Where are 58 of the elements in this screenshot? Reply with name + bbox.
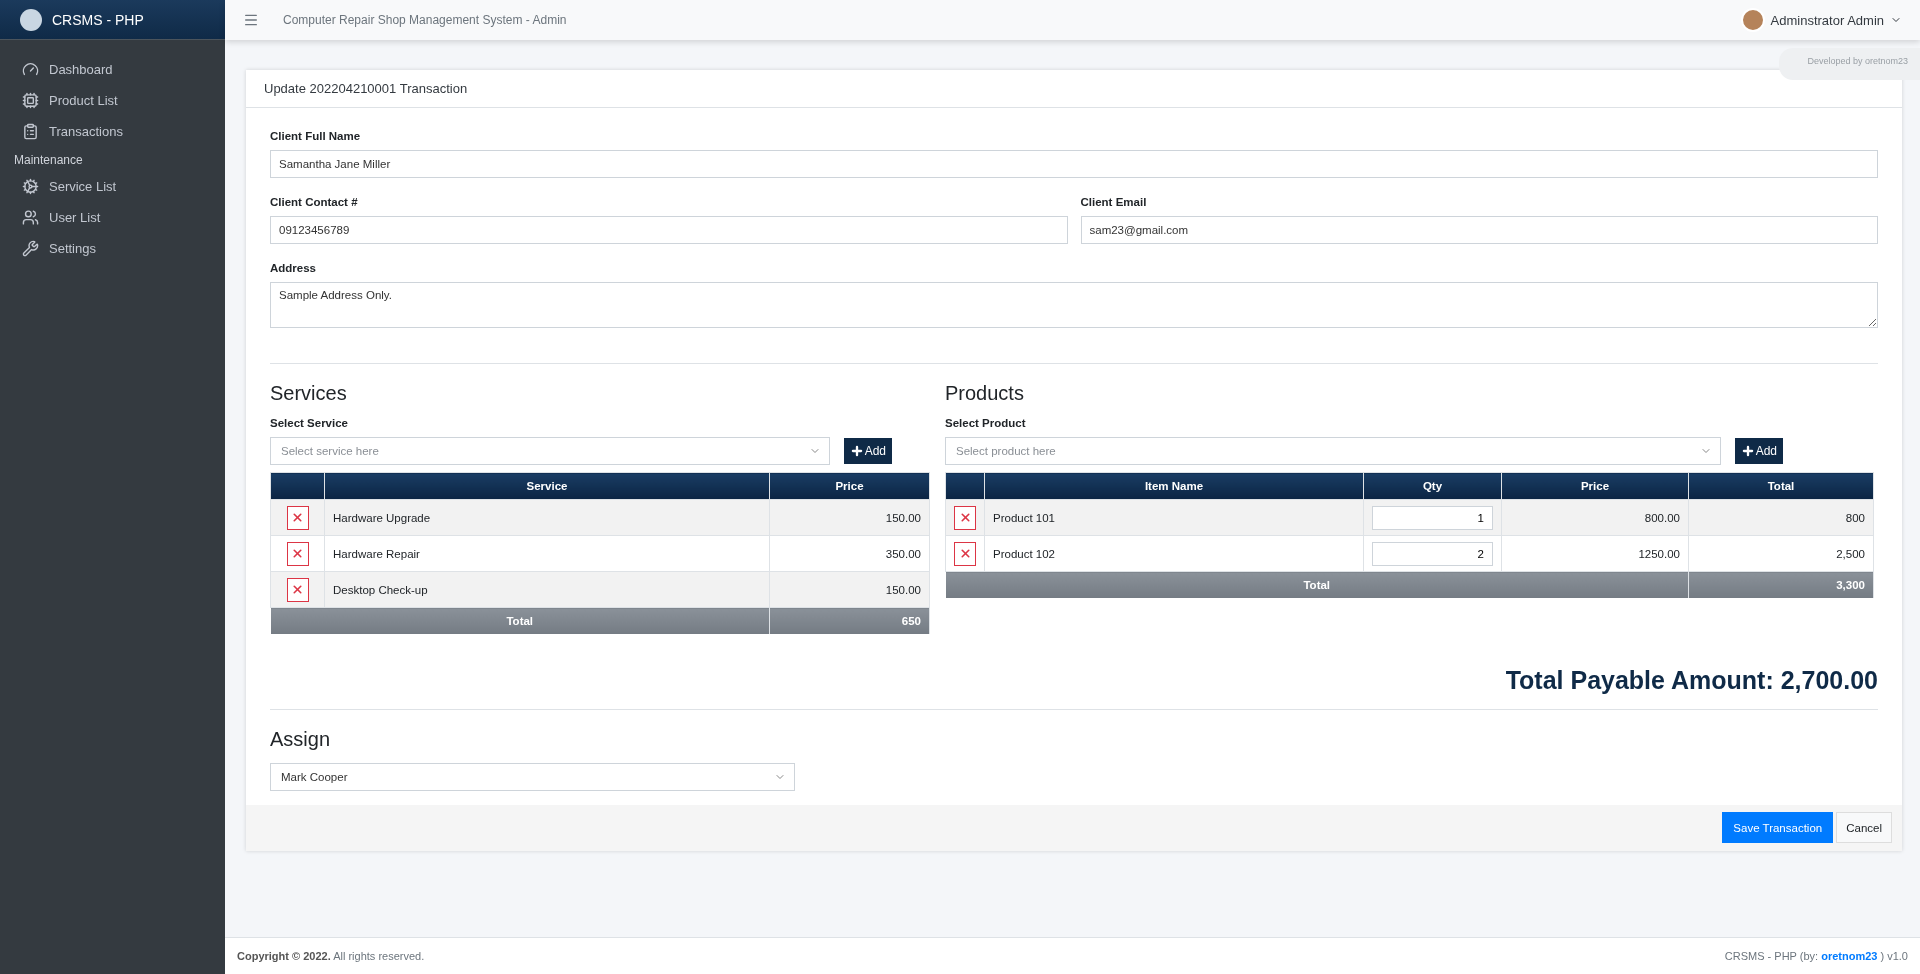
total-label: Total bbox=[945, 571, 1689, 598]
table-header: Price bbox=[1501, 472, 1689, 500]
table-header: Price bbox=[769, 472, 930, 500]
developer-credit: Developed by oretnom23 bbox=[1779, 48, 1920, 80]
sidebar-item[interactable]: Product List bbox=[8, 85, 217, 116]
field-label: Address bbox=[270, 262, 318, 274]
field-label: Select Service bbox=[270, 417, 349, 429]
table-cell: Product 101 bbox=[984, 499, 1364, 536]
save-button[interactable]: Save Transaction bbox=[1722, 812, 1834, 843]
card-title: Update 202204210001 Transaction bbox=[264, 81, 468, 96]
table-cell: Desktop Check-up bbox=[324, 571, 770, 608]
table-header: Qty bbox=[1363, 472, 1502, 500]
table-cell: Product 102 bbox=[984, 535, 1364, 572]
table-cell: 350.00 bbox=[769, 535, 930, 572]
total-payable: Total Payable Amount: 2,700.00 bbox=[1504, 665, 1878, 695]
cancel-button[interactable]: Cancel bbox=[1836, 812, 1892, 843]
total-value: 3,300 bbox=[1688, 571, 1874, 598]
table-cell: 800.00 bbox=[1501, 499, 1689, 536]
credit-text: CRSMS - PHP (by: oretnom23 ) v1.0 bbox=[1724, 950, 1908, 962]
table-cell: 150.00 bbox=[769, 499, 930, 536]
address-field[interactable]: Sample Address Only. bbox=[270, 282, 1878, 328]
total-label: Total bbox=[270, 607, 770, 634]
field-label: Select Product bbox=[945, 417, 1027, 429]
table-header: Total bbox=[1688, 472, 1874, 500]
contact-field[interactable]: 09123456789 bbox=[270, 216, 1068, 244]
section-heading: Assign bbox=[270, 727, 332, 751]
sidebar-item[interactable]: Service List bbox=[8, 171, 217, 202]
total-value: 650 bbox=[769, 607, 930, 634]
table-cell: 150.00 bbox=[769, 571, 930, 608]
table-cell: Hardware Repair bbox=[324, 535, 770, 572]
field-label: Client Contact # bbox=[270, 196, 359, 208]
add-button[interactable]: Add bbox=[1734, 438, 1783, 464]
sidebar-item[interactable]: User List bbox=[8, 202, 217, 233]
user-menu[interactable]: Adminstrator Admin bbox=[1740, 8, 1902, 32]
assign-select[interactable]: Mark Cooper bbox=[270, 762, 795, 791]
nav-section-title: Maintenance bbox=[13, 152, 84, 169]
table-cell: 1250.00 bbox=[1501, 535, 1689, 572]
table-header: Service bbox=[324, 472, 770, 500]
table-cell: 2,500 bbox=[1688, 535, 1874, 572]
brand-title: CRSMS - PHP bbox=[52, 11, 144, 28]
author-link[interactable]: oretnom23 bbox=[1821, 950, 1878, 962]
qty-field[interactable]: 2 bbox=[1372, 541, 1493, 566]
table-header: Item Name bbox=[984, 472, 1364, 500]
copyright-text: Copyright © 2022. All rights reserved. bbox=[237, 950, 425, 962]
table-cell: 800 bbox=[1688, 499, 1874, 536]
email-field[interactable]: sam23@gmail.com bbox=[1080, 216, 1878, 244]
section-heading: Products bbox=[945, 382, 1025, 405]
sidebar-item[interactable]: Settings bbox=[8, 233, 217, 264]
section-heading: Services bbox=[270, 382, 348, 405]
add-button[interactable]: Add bbox=[843, 438, 892, 464]
table-cell: Hardware Upgrade bbox=[324, 499, 770, 536]
field-label: Client Email bbox=[1080, 196, 1148, 208]
qty-field[interactable]: 1 bbox=[1372, 505, 1493, 530]
name-field[interactable]: Samantha Jane Miller bbox=[270, 150, 1878, 178]
field-label: Client Full Name bbox=[270, 130, 362, 142]
sidebar-item[interactable]: Dashboard bbox=[8, 54, 217, 85]
page-title: Computer Repair Shop Management System - Admin bbox=[283, 13, 568, 27]
sidebar-item[interactable]: Transactions bbox=[8, 116, 217, 147]
